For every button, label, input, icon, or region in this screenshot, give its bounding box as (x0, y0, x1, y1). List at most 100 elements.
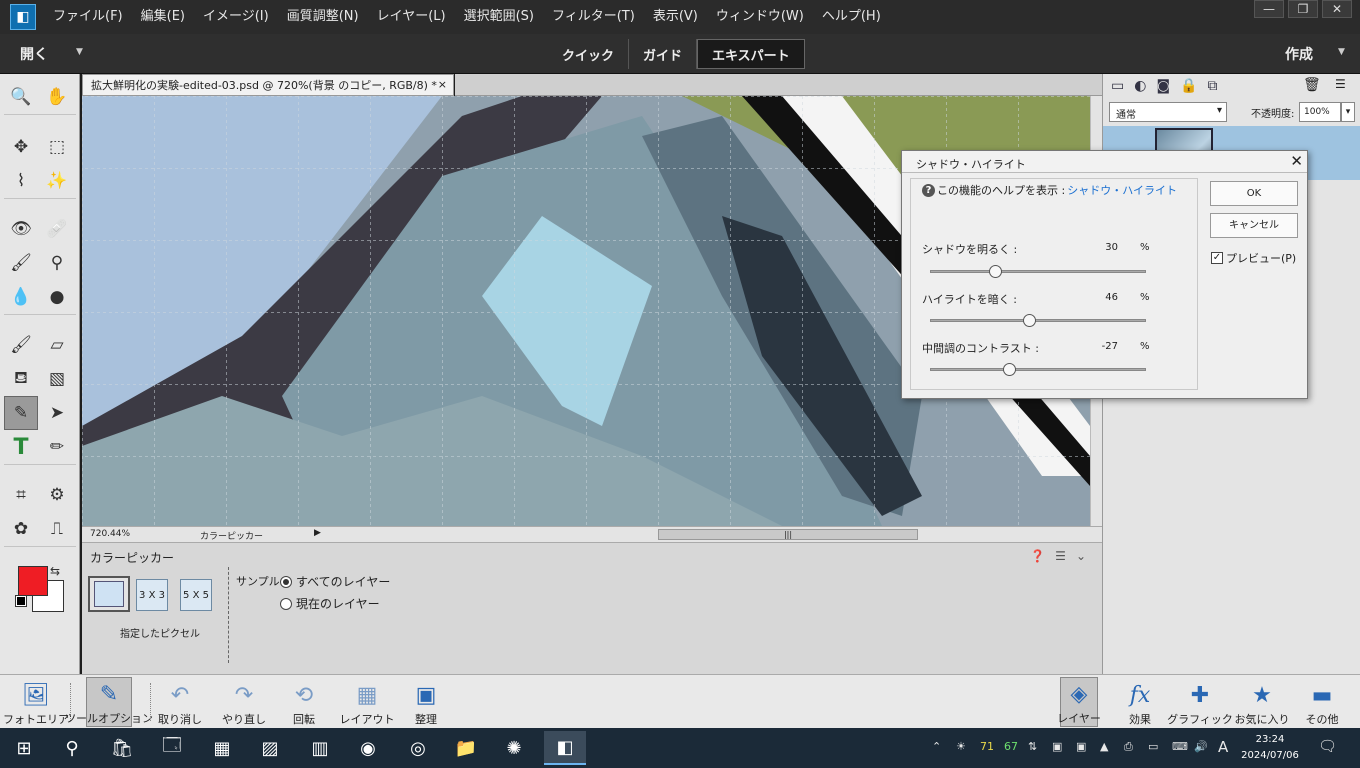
more-button[interactable]: ▬ その他 (1302, 677, 1342, 727)
preview-checkbox-row[interactable]: ✓ プレビュー(P) (1211, 250, 1296, 266)
collapse-icon[interactable]: ⌄ (1076, 549, 1086, 563)
status-menu-arrow-icon[interactable]: ▶ (314, 528, 321, 538)
smart-brush-tool-icon[interactable]: 🖌 (4, 246, 38, 280)
sun-app-icon[interactable]: ✺ (500, 734, 528, 762)
highlights-value[interactable]: 46 (1096, 292, 1118, 303)
app-icon[interactable]: ◧ (10, 4, 36, 30)
close-document-icon[interactable]: × (438, 78, 447, 91)
zoom-readout[interactable]: 720.44% (90, 529, 130, 539)
ok-button[interactable]: OK (1210, 181, 1298, 206)
shadows-slider[interactable] (930, 265, 1146, 278)
edge-icon[interactable]: ◉ (354, 734, 382, 762)
menu-filter[interactable]: フィルター(T) (543, 0, 644, 34)
battery-icon[interactable]: ▭ (1148, 740, 1158, 753)
ime-indicator[interactable]: A (1218, 738, 1228, 756)
swap-colors-icon[interactable]: ⇆ (50, 564, 60, 578)
app-icon[interactable]: 🗔 (158, 734, 186, 762)
adjustment-layer-icon[interactable]: ◐ (1134, 78, 1146, 94)
type-tool-icon[interactable]: T (4, 430, 38, 464)
store-icon[interactable]: 🛍 (108, 734, 136, 762)
marquee-tool-icon[interactable]: ⬚ (40, 130, 74, 164)
tray-app-2-icon[interactable]: ▣ (1076, 740, 1086, 753)
blend-mode-select[interactable]: 通常 (1109, 102, 1227, 122)
menu-enhance[interactable]: 画質調整(N) (278, 0, 368, 34)
wifi-icon[interactable]: ⌨ (1172, 740, 1188, 753)
menu-image[interactable]: イメージ(I) (194, 0, 278, 34)
clone-stamp-tool-icon[interactable]: ⚲ (40, 246, 74, 280)
cookie-cutter-tool-icon[interactable]: ✿ (4, 512, 38, 546)
preview-checkbox[interactable]: ✓ (1211, 252, 1223, 264)
close-window-button[interactable]: ✕ (1322, 0, 1352, 18)
tab-expert[interactable]: エキスパート (697, 39, 805, 69)
opacity-input[interactable]: 100% (1299, 102, 1341, 122)
tool-options-button[interactable]: ✎ ツールオプション (65, 677, 153, 727)
healing-brush-tool-icon[interactable]: 🩹 (40, 212, 74, 246)
sample-5x5-button[interactable]: 5 X 5 (180, 579, 212, 611)
restore-button[interactable]: ❐ (1288, 0, 1318, 18)
menu-layer[interactable]: レイヤー(L) (368, 0, 455, 34)
move-tool-icon[interactable]: ✥ (4, 130, 38, 164)
rotate-button[interactable]: ⟲ 回転 (282, 677, 326, 727)
help-icon[interactable]: ❓ (1030, 549, 1045, 563)
minimize-button[interactable]: — (1254, 0, 1284, 18)
custom-shape-tool-icon[interactable]: ➤ (40, 396, 74, 430)
crop-tool-icon[interactable]: ⌗ (4, 478, 38, 512)
layers-menu-icon[interactable]: ☰ (1335, 77, 1346, 91)
recompose-tool-icon[interactable]: ⚙ (40, 478, 74, 512)
default-colors-icon[interactable] (15, 595, 27, 607)
eraser-tool-icon[interactable]: ▱ (40, 328, 74, 362)
weather-icon[interactable]: ☀ (956, 740, 966, 753)
brush-tool-icon[interactable]: 🖌 (4, 328, 38, 362)
taskbar-clock[interactable]: 23:24 2024/07/06 (1238, 732, 1302, 764)
menu-help[interactable]: ヘルプ(H) (813, 0, 890, 34)
tab-guided[interactable]: ガイド (629, 39, 698, 69)
red-eye-tool-icon[interactable]: 👁 (4, 212, 38, 246)
tray-app-icon[interactable]: ▣ (1052, 740, 1062, 753)
radio-all-layers[interactable]: すべてのレイヤー (280, 573, 390, 590)
open-caret-icon[interactable]: ▼ (76, 47, 83, 57)
sponge-tool-icon[interactable]: ● (40, 280, 74, 314)
create-button[interactable]: 作成 (1285, 44, 1313, 64)
graphics-button[interactable]: ✚ グラフィック (1167, 677, 1233, 727)
radio-all-layers-button[interactable] (280, 575, 292, 588)
panel-menu-icon[interactable]: ☰ (1055, 549, 1066, 563)
menu-view[interactable]: 表示(V) (644, 0, 707, 34)
foreground-color-swatch[interactable] (18, 566, 48, 596)
cancel-button[interactable]: キャンセル (1210, 213, 1298, 238)
menu-select[interactable]: 選択範囲(S) (455, 0, 543, 34)
create-caret-icon[interactable]: ▼ (1338, 47, 1345, 57)
folder-icon[interactable]: 📁 (452, 734, 480, 762)
dialog-close-icon[interactable]: ✕ (1290, 152, 1303, 170)
straighten-tool-icon[interactable]: ⎍ (40, 512, 74, 546)
layers-button[interactable]: ◈ レイヤー (1057, 677, 1101, 727)
volume-icon[interactable]: 🔊 (1194, 740, 1208, 753)
radio-current-layer[interactable]: 現在のレイヤー (280, 595, 380, 612)
sample-3x3-button[interactable]: 3 X 3 (136, 579, 168, 611)
network-tray-icon[interactable]: ⇅ (1028, 740, 1037, 753)
midtone-contrast-slider[interactable] (930, 363, 1146, 376)
show-hidden-icons-icon[interactable]: ⌃ (932, 740, 941, 753)
shadows-value[interactable]: 30 (1096, 242, 1118, 253)
lock-transparency-icon[interactable]: ⧉ (1207, 78, 1217, 94)
menu-window[interactable]: ウィンドウ(W) (707, 0, 813, 34)
eyedropper-tool-icon[interactable]: ✎ (4, 396, 38, 430)
trash-icon[interactable]: 🗑 (1303, 77, 1321, 93)
magic-wand-tool-icon[interactable]: ✨ (40, 164, 74, 198)
highlights-slider[interactable] (930, 314, 1146, 327)
gradient-tool-icon[interactable]: ▧ (40, 362, 74, 396)
pencil-tool-icon[interactable]: ✏ (40, 430, 74, 464)
photoshop-elements-icon[interactable]: ◧ (544, 731, 586, 765)
hand-tool-icon[interactable]: ✋ (40, 80, 74, 114)
search-icon[interactable]: ⚲ (58, 734, 86, 762)
favorites-button[interactable]: ★ お気に入り (1234, 677, 1290, 727)
organizer-button[interactable]: ▣ 整理 (406, 677, 446, 727)
opacity-dropdown-icon[interactable]: ▾ (1341, 102, 1355, 122)
usb-icon[interactable]: ⎙ (1124, 740, 1133, 754)
effects-button[interactable]: fx 効果 (1120, 677, 1160, 727)
notification-icon[interactable]: 🗨 (1318, 737, 1337, 755)
photo-bin-button[interactable]: 🖼 フォトエリア (3, 677, 69, 727)
undo-button[interactable]: ↶ 取り消し (156, 677, 204, 727)
help-link[interactable]: シャドウ・ハイライト (1067, 182, 1177, 198)
zoom-tool-icon[interactable]: 🔍 (4, 80, 38, 114)
calculator-icon[interactable]: ▦ (208, 734, 236, 762)
